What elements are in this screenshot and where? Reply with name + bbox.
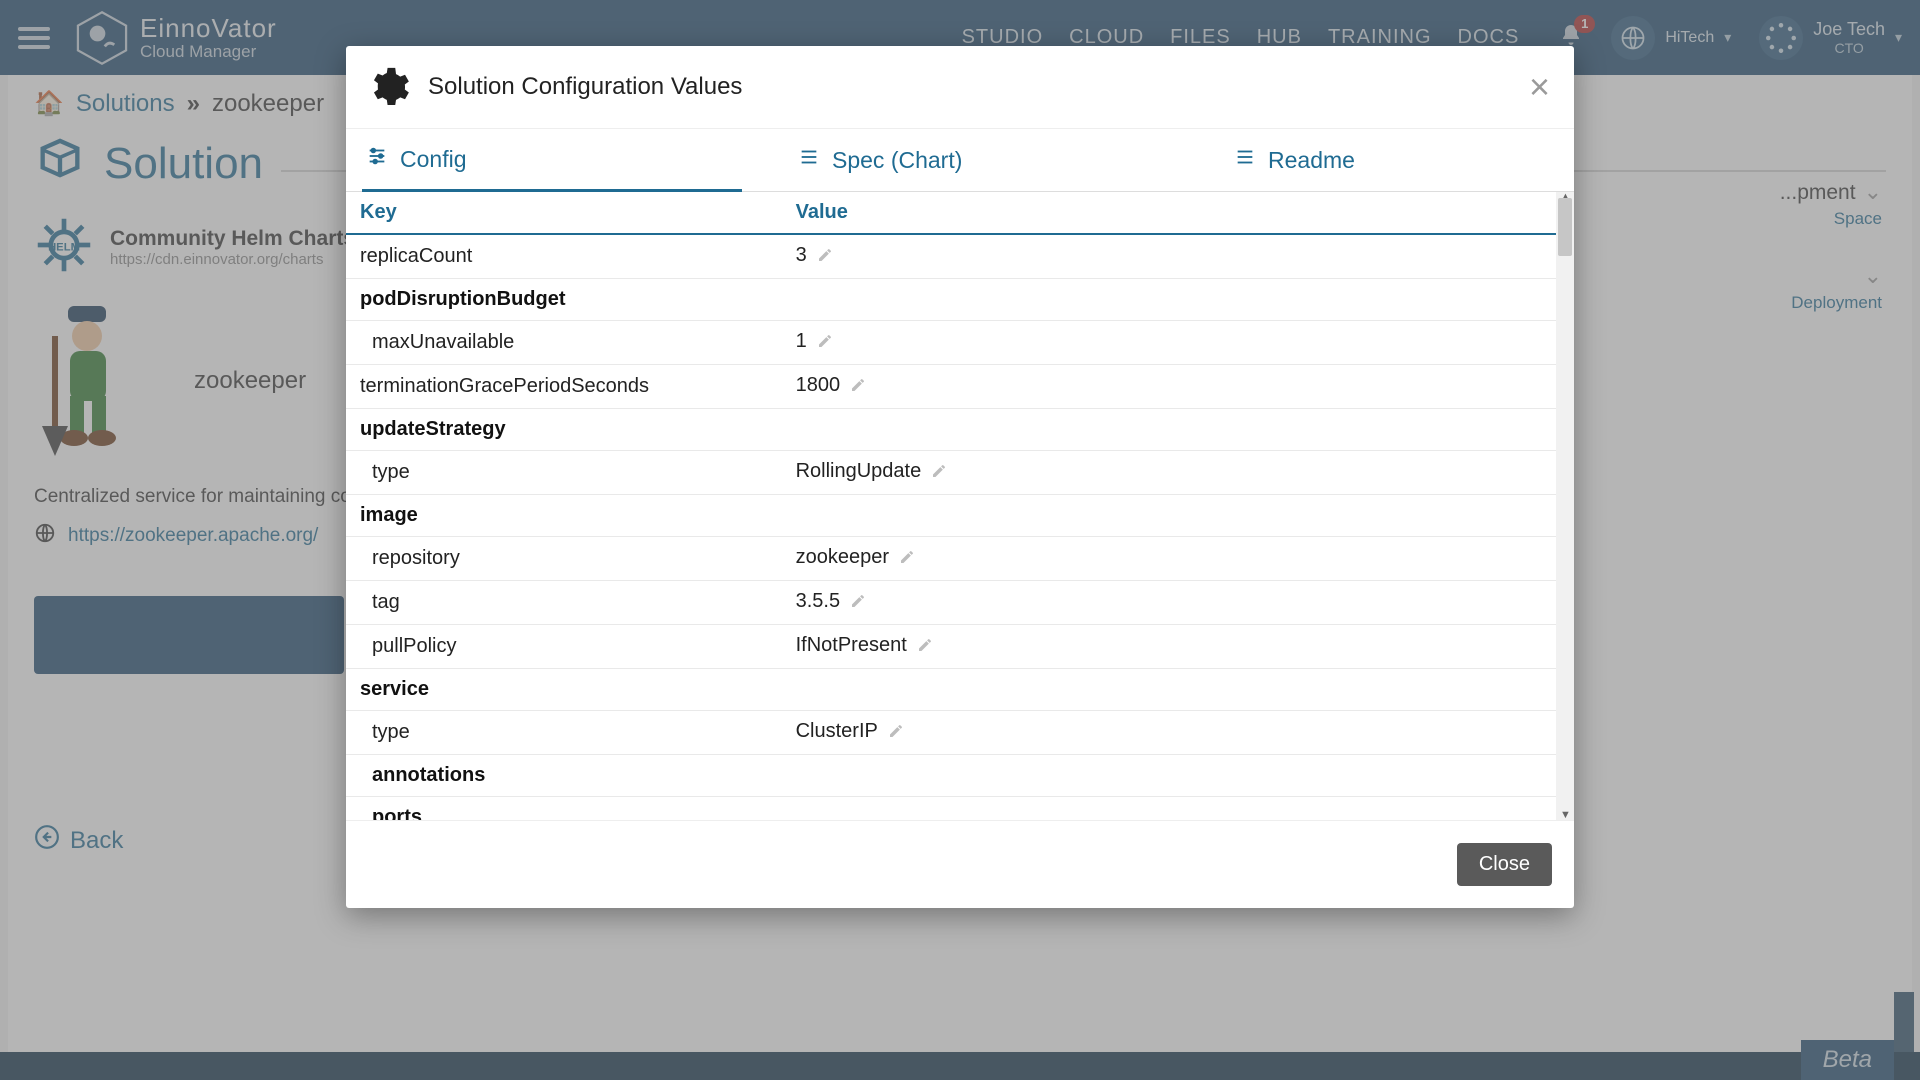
table-row: ports [346,797,1556,821]
cell-key: maxUnavailable [346,321,782,365]
section-key: service [346,669,1556,711]
config-table: Key Value replicaCount3podDisruptionBudg… [346,192,1556,820]
cell-key: repository [346,537,782,581]
tab-readme-label: Readme [1268,147,1355,174]
section-key: image [346,495,1556,537]
cell-key: terminationGracePeriodSeconds [346,365,782,409]
gear-icon [364,64,410,110]
table-row: tag3.5.5 [346,581,1556,625]
cell-key: type [346,711,782,755]
cell-key: pullPolicy [346,625,782,669]
table-row: annotations [346,755,1556,797]
table-row: updateStrategy [346,409,1556,451]
sliders-icon [366,145,388,173]
tab-spec-label: Spec (Chart) [832,147,962,174]
table-row: pullPolicyIfNotPresent [346,625,1556,669]
tab-readme[interactable]: Readme [1234,129,1534,191]
edit-icon[interactable] [931,462,947,485]
edit-icon[interactable] [917,636,933,659]
cell-value: zookeeper [782,537,1556,581]
cell-key: type [346,451,782,495]
edit-icon[interactable] [817,246,833,269]
table-row: service [346,669,1556,711]
section-key: ports [346,797,1556,821]
cell-value: RollingUpdate [782,451,1556,495]
edit-icon[interactable] [850,376,866,399]
cell-value: 3 [782,234,1556,279]
modal-overlay: Solution Configuration Values × Config S… [0,0,1920,1080]
list-icon [1234,146,1256,174]
config-modal: Solution Configuration Values × Config S… [346,46,1574,908]
cell-value: IfNotPresent [782,625,1556,669]
th-value: Value [782,192,1556,234]
cell-key: tag [346,581,782,625]
tab-config[interactable]: Config [362,129,742,192]
cell-value: 1800 [782,365,1556,409]
list-icon [798,146,820,174]
section-key: annotations [346,755,1556,797]
table-row: podDisruptionBudget [346,279,1556,321]
scroll-thumb[interactable] [1558,198,1572,256]
table-row: typeRollingUpdate [346,451,1556,495]
cell-key: replicaCount [346,234,782,279]
table-row: replicaCount3 [346,234,1556,279]
tab-config-label: Config [400,146,466,173]
modal-title: Solution Configuration Values [428,73,742,101]
table-row: terminationGracePeriodSeconds1800 [346,365,1556,409]
table-row: typeClusterIP [346,711,1556,755]
table-row: image [346,495,1556,537]
cell-value: 3.5.5 [782,581,1556,625]
cell-value: 1 [782,321,1556,365]
edit-icon[interactable] [850,592,866,615]
close-button[interactable]: Close [1457,843,1552,886]
cell-value: ClusterIP [782,711,1556,755]
modal-tabs: Config Spec (Chart) Readme [346,129,1574,192]
scroll-down-icon[interactable]: ▼ [1560,809,1571,820]
section-key: updateStrategy [346,409,1556,451]
table-row: repositoryzookeeper [346,537,1556,581]
section-key: podDisruptionBudget [346,279,1556,321]
edit-icon[interactable] [888,722,904,745]
table-scrollbar[interactable]: ▲ ▼ [1556,192,1574,820]
tab-spec[interactable]: Spec (Chart) [798,129,1178,191]
table-row: maxUnavailable1 [346,321,1556,365]
config-table-wrap: Key Value replicaCount3podDisruptionBudg… [346,192,1574,820]
close-icon[interactable]: × [1529,69,1550,105]
edit-icon[interactable] [899,548,915,571]
edit-icon[interactable] [817,332,833,355]
th-key: Key [346,192,782,234]
